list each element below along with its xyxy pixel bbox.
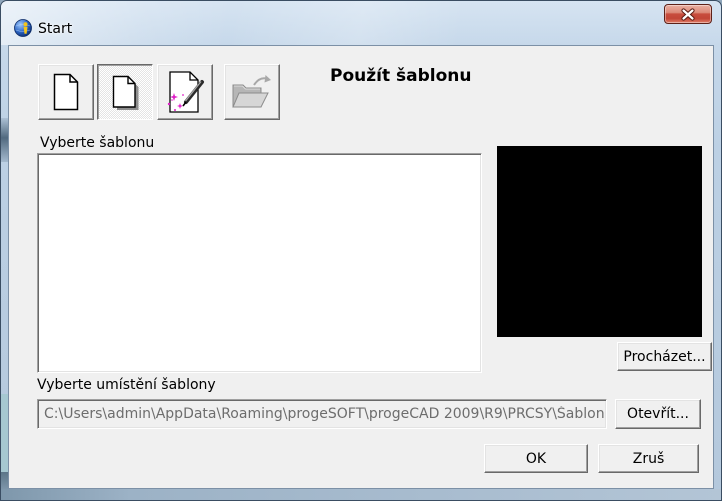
use-template-button[interactable] <box>97 64 153 120</box>
close-icon <box>680 7 696 21</box>
browse-button[interactable]: Procházet... <box>617 342 712 371</box>
blank-page-icon <box>53 73 79 111</box>
title-bar[interactable]: Start <box>1 1 721 45</box>
template-location-label: Vyberte umístění šablony <box>37 377 216 393</box>
window-title: Start <box>38 21 73 37</box>
app-globe-icon[interactable] <box>13 18 33 38</box>
close-button[interactable] <box>664 4 712 24</box>
cancel-button[interactable]: Zruš <box>598 444 699 473</box>
template-location-input[interactable] <box>37 399 607 429</box>
dialog-client-area: Použít šablonu Vyberte šablonu Procházet… <box>8 45 714 489</box>
template-preview <box>497 146 702 337</box>
template-page-icon <box>112 75 140 111</box>
glass-frame-bottom <box>1 489 721 500</box>
mode-heading: Použít šablonu <box>330 66 472 86</box>
wizard-page-icon <box>164 70 206 114</box>
template-list[interactable] <box>37 153 482 373</box>
template-list-label: Vyberte šablonu <box>40 135 155 151</box>
mode-toolbar <box>38 64 280 120</box>
open-drawing-button[interactable] <box>224 64 280 120</box>
wizard-button[interactable] <box>157 64 213 120</box>
glass-frame-shade <box>1 118 8 162</box>
glass-frame-desktop-tint <box>1 394 8 472</box>
open-folder-icon <box>231 73 273 111</box>
open-location-button[interactable]: Otevřít... <box>615 399 701 429</box>
glass-frame-shade-lower <box>1 472 8 489</box>
dialog-window: Start Použít šablonu Vyberte šablonu Pro… <box>0 0 722 501</box>
new-blank-drawing-button[interactable] <box>38 64 94 120</box>
ok-button[interactable]: OK <box>484 444 588 473</box>
